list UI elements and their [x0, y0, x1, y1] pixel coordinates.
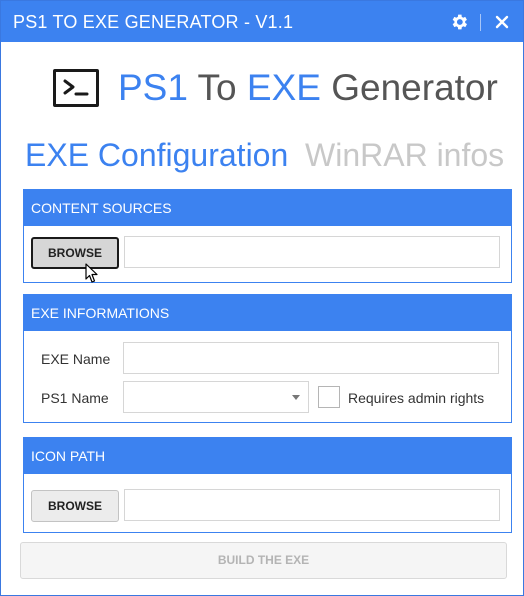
icon-browse-button[interactable]: BROWSE	[31, 490, 119, 522]
ps1-name-dropdown[interactable]	[123, 381, 309, 413]
exe-informations-panel: EXE INFORMATIONS EXE Name PS1 Name Requi…	[23, 294, 512, 423]
app-window: PS1 TO EXE GENERATOR - V1.1 PS1 To EXE G…	[0, 0, 524, 596]
tab-exe-configuration[interactable]: EXE Configuration	[25, 137, 288, 174]
title-bar[interactable]: PS1 TO EXE GENERATOR - V1.1	[1, 1, 523, 42]
icon-path-panel: ICON PATH BROWSE	[23, 437, 512, 533]
exe-name-input[interactable]	[123, 342, 499, 374]
build-exe-button[interactable]: BUILD THE EXE	[20, 542, 507, 579]
requires-admin-label: Requires admin rights	[348, 390, 485, 406]
chevron-down-icon	[292, 395, 300, 400]
terminal-prompt-icon	[53, 69, 99, 107]
exe-name-label: EXE Name	[41, 351, 111, 367]
logo-title-ps1: PS1	[118, 67, 188, 108]
requires-admin-checkbox[interactable]	[318, 386, 340, 408]
exe-informations-header: EXE INFORMATIONS	[24, 295, 511, 331]
app-logo-title: PS1 To EXE Generator	[118, 67, 498, 109]
ps1-name-label: PS1 Name	[41, 390, 109, 406]
icon-path-header: ICON PATH	[24, 438, 511, 474]
content-sources-header: CONTENT SOURCES	[24, 190, 511, 226]
close-icon[interactable]	[492, 12, 512, 32]
mouse-cursor-icon	[85, 263, 98, 283]
gear-icon[interactable]	[449, 12, 469, 32]
tab-winrar-infos[interactable]: WinRAR infos	[305, 137, 504, 174]
logo-title-exe: EXE	[246, 67, 321, 108]
content-browse-button[interactable]: BROWSE	[31, 237, 119, 269]
window-title: PS1 TO EXE GENERATOR - V1.1	[13, 12, 294, 32]
title-separator	[480, 14, 481, 31]
content-source-path-input[interactable]	[124, 236, 500, 268]
icon-path-input[interactable]	[124, 489, 500, 521]
logo-title-to: To	[187, 67, 247, 108]
logo-title-generator: Generator	[320, 67, 498, 108]
